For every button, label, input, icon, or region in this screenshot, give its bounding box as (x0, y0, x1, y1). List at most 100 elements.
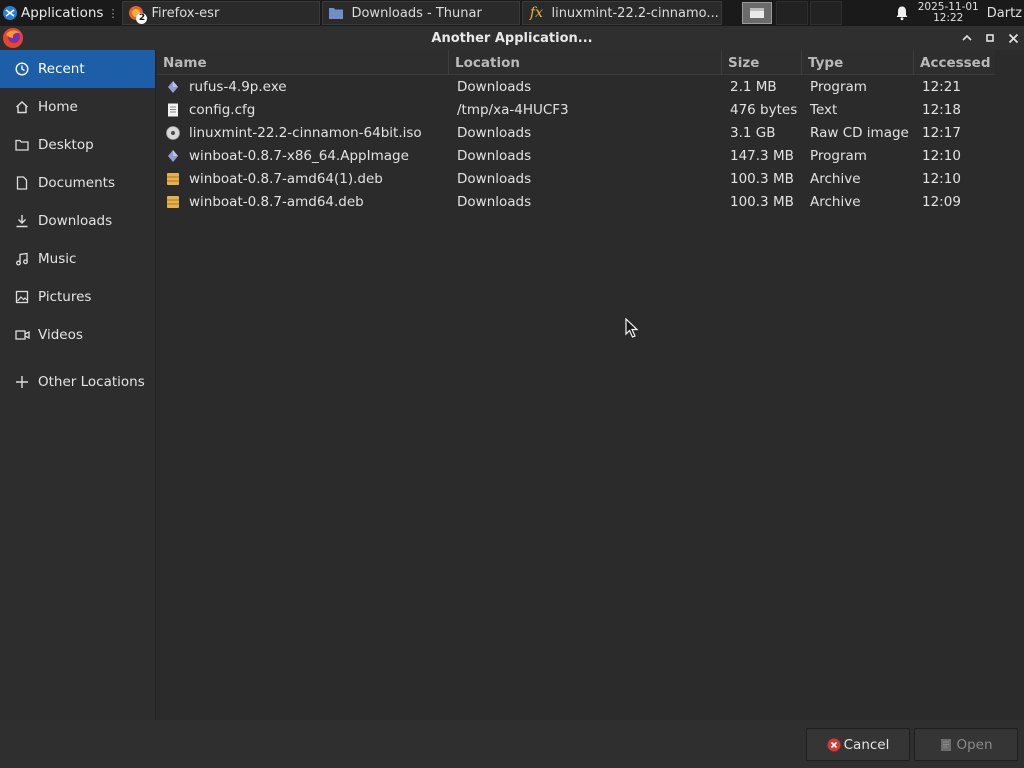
file-type: Program (810, 78, 867, 95)
open-document-icon (941, 738, 952, 751)
sidebar-item-home[interactable]: Home (0, 88, 155, 126)
workspace-window-thumb (750, 8, 765, 18)
sidebar-item-recent[interactable]: Recent (0, 50, 155, 88)
workspace-3[interactable] (810, 1, 843, 25)
program-icon (168, 149, 178, 162)
applications-label: Applications (21, 5, 104, 21)
dialog-title: Another Application... (431, 30, 593, 46)
task-firefox[interactable]: 2 Firefox-esr (122, 1, 321, 25)
table-row[interactable]: winboat-0.8.7-x86_64.AppImage Downloads … (157, 144, 995, 167)
table-row[interactable]: winboat-0.8.7-amd64.deb Downloads 100.3 … (157, 190, 995, 213)
file-name: linuxmint-22.2-cinnamon-64bit.iso (189, 124, 422, 141)
firefox-icon: 2 (127, 4, 148, 24)
clock-icon (14, 61, 30, 77)
file-accessed: 12:17 (922, 124, 961, 141)
file-size: 3.1 GB (730, 124, 776, 141)
music-icon (14, 251, 30, 267)
file-size: 100.3 MB (730, 193, 794, 210)
column-header-accessed[interactable]: Accessed (914, 50, 995, 75)
file-name-cell: config.cfg (157, 98, 449, 121)
sidebar-item-videos[interactable]: Videos (0, 316, 155, 354)
sidebar-item-label: Pictures (38, 289, 92, 305)
table-row[interactable]: winboat-0.8.7-amd64(1).deb Downloads 100… (157, 167, 995, 190)
file-location: Downloads (457, 124, 532, 141)
file-type: Raw CD image (810, 124, 909, 141)
file-list-header: Name Location Size Type Accessed (157, 50, 995, 75)
file-name-cell: winboat-0.8.7-x86_64.AppImage (157, 144, 449, 167)
file-accessed: 12:10 (922, 170, 961, 187)
file-type: Archive (810, 193, 861, 210)
sidebar-item-label: Other Locations (38, 374, 145, 390)
file-name-cell: winboat-0.8.7-amd64(1).deb (157, 167, 449, 190)
column-header-size[interactable]: Size (722, 50, 802, 75)
column-header-type[interactable]: Type (802, 50, 914, 75)
workspace-2[interactable] (776, 1, 809, 25)
cancel-button[interactable]: Cancel (806, 728, 910, 761)
task-label: linuxmint-22.2-cinnamo... (551, 5, 719, 21)
disc-icon (166, 125, 180, 140)
cancel-icon (827, 738, 841, 751)
xfce-logo-icon (3, 6, 17, 20)
file-location: Downloads (457, 147, 532, 164)
file-location: Downloads (457, 78, 532, 95)
column-header-name[interactable]: Name (157, 50, 449, 75)
user-name[interactable]: Dartz (987, 6, 1022, 21)
notification-bell-icon[interactable] (894, 5, 910, 21)
sidebar-item-label: Recent (38, 61, 85, 77)
restore-icon[interactable] (979, 27, 1001, 49)
dialog-titlebar: Another Application... (0, 26, 1024, 50)
open-button[interactable]: Open (914, 728, 1018, 761)
menu-separator-icon: ⋮ (107, 6, 119, 20)
window-controls (955, 26, 1024, 50)
program-icon (168, 80, 178, 93)
sidebar-item-desktop[interactable]: Desktop (0, 126, 155, 164)
close-icon[interactable] (1002, 27, 1024, 49)
folder-icon (14, 137, 30, 153)
download-icon (14, 213, 30, 229)
sidebar-item-music[interactable]: Music (0, 240, 155, 278)
sidebar-item-other-locations[interactable]: Other Locations (0, 363, 155, 401)
sidebar-item-label: Desktop (38, 137, 94, 153)
file-name: winboat-0.8.7-x86_64.AppImage (189, 147, 409, 164)
sidebar-item-label: Documents (38, 175, 115, 191)
sidebar-item-label: Downloads (38, 213, 113, 229)
applications-menu[interactable]: Applications ⋮ (0, 0, 122, 26)
picture-icon (14, 289, 30, 305)
file-type: Archive (810, 170, 861, 187)
window-count-badge: 2 (136, 13, 148, 24)
taskbar: Applications ⋮ 2 Firefox-esr Downloads -… (0, 0, 1024, 26)
scrollbar-gutter[interactable] (995, 50, 1024, 720)
document-icon (14, 175, 30, 191)
file-name: config.cfg (189, 101, 256, 118)
archive-icon (167, 172, 179, 185)
file-name: winboat-0.8.7-amd64(1).deb (189, 170, 383, 187)
task-search-result[interactable]: fx linuxmint-22.2-cinnamo... (522, 1, 723, 25)
task-label: Firefox-esr (151, 5, 220, 21)
file-name: rufus-4.9p.exe (189, 78, 287, 95)
dialog-footer: Cancel Open (0, 720, 1024, 768)
sidebar-item-downloads[interactable]: Downloads (0, 202, 155, 240)
table-row[interactable]: config.cfg /tmp/xa-4HUCF3 476 bytes Text… (157, 98, 995, 121)
column-header-location[interactable]: Location (449, 50, 722, 75)
open-label: Open (956, 736, 993, 753)
clock[interactable]: 2025-11-01 12:22 (918, 2, 979, 24)
plus-icon (14, 374, 30, 390)
sidebar-item-label: Home (38, 99, 78, 115)
table-row[interactable]: linuxmint-22.2-cinnamon-64bit.iso Downlo… (157, 121, 995, 144)
file-name-cell: winboat-0.8.7-amd64.deb (157, 190, 449, 213)
archive-icon (167, 195, 179, 208)
sidebar-item-documents[interactable]: Documents (0, 164, 155, 202)
text-file-icon (168, 103, 178, 116)
home-icon (14, 99, 30, 115)
sidebar-item-pictures[interactable]: Pictures (0, 278, 155, 316)
cancel-label: Cancel (843, 736, 890, 753)
sidebar-item-label: Music (38, 251, 77, 267)
task-thunar[interactable]: Downloads - Thunar (322, 1, 521, 25)
file-accessed: 12:09 (922, 193, 961, 210)
workspace-1[interactable] (740, 1, 774, 25)
task-label: Downloads - Thunar (351, 5, 482, 21)
table-row[interactable]: rufus-4.9p.exe Downloads 2.1 MB Program … (157, 75, 995, 98)
places-sidebar: Recent Home Desktop Documents Downloads … (0, 50, 156, 720)
file-location: Downloads (457, 193, 532, 210)
maximize-up-icon[interactable] (956, 27, 978, 49)
